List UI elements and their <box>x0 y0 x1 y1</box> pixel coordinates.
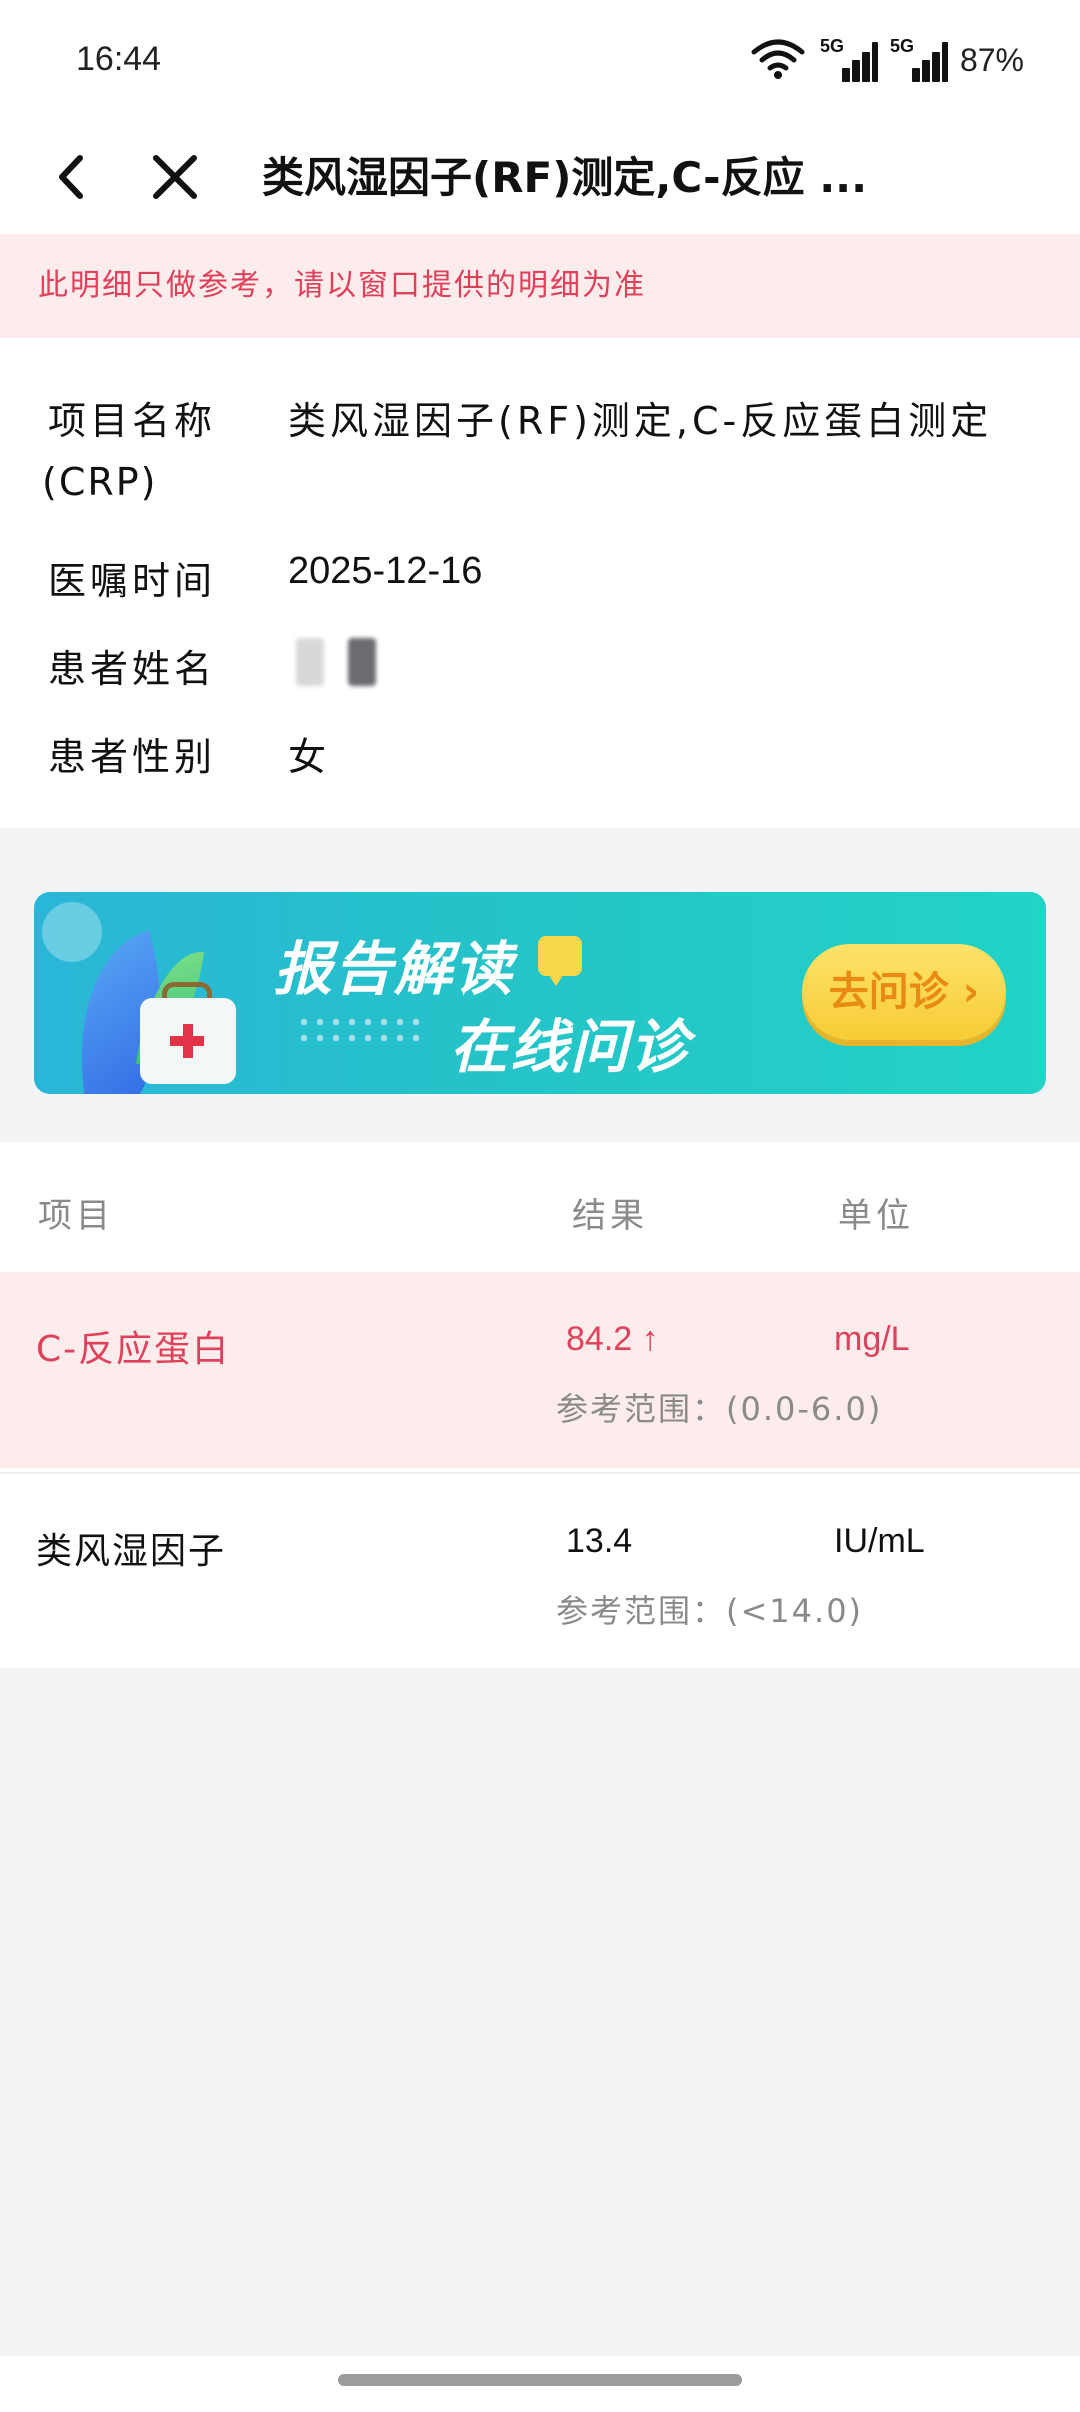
result-unit: IU/mL <box>834 1522 925 1560</box>
item-name-value: 类风湿因子(RF)测定,C-反应蛋白测定 <box>288 399 993 443</box>
status-time: 16:44 <box>76 40 162 78</box>
result-item-name: C-反应蛋白 <box>36 1329 231 1370</box>
home-indicator[interactable] <box>338 2374 742 2386</box>
decor-dots <box>296 1014 426 1048</box>
status-bar: 16:44 5G 5G 87% <box>0 0 1080 120</box>
cell-signal-1-icon: 5G <box>820 36 878 82</box>
results-header: 项目 结果 单位 <box>0 1142 1080 1272</box>
result-unit: mg/L <box>834 1320 910 1358</box>
consultation-banner[interactable]: 报告解读 在线问诊 去问诊 › <box>34 892 1046 1094</box>
close-button[interactable] <box>140 142 210 212</box>
gesture-area <box>0 2356 1080 2412</box>
battery-level: 87% <box>959 41 1024 78</box>
wifi-icon <box>750 36 806 84</box>
reference-notice: 此明细只做参考，请以窗口提供的明细为准 <box>0 234 1080 338</box>
decor-circle <box>42 902 102 962</box>
status-icons: 5G 5G 87% <box>750 36 1024 84</box>
result-reference-range: 参考范围：(<14.0) <box>556 1592 864 1630</box>
header-item: 项目 <box>38 1196 114 1236</box>
result-value: 13.4 <box>566 1522 633 1560</box>
banner-title-report: 报告解读 <box>274 935 515 1003</box>
medical-kit-icon <box>140 998 236 1084</box>
chevron-left-icon <box>59 155 83 199</box>
page-title: 类风湿因子(RF)测定,C-反应 ... <box>262 153 868 202</box>
close-icon <box>153 155 197 199</box>
patient-name-label: 患者姓名 <box>48 647 217 691</box>
result-item-name: 类风湿因子 <box>36 1531 227 1572</box>
back-button[interactable] <box>40 142 110 212</box>
go-consult-button[interactable]: 去问诊 › <box>802 944 1006 1040</box>
patient-name-redacted <box>296 638 376 686</box>
patient-gender-value: 女 <box>288 735 331 779</box>
result-value: 84.2 ↑ <box>566 1320 659 1358</box>
banner-title-consult: 在线问诊 <box>450 1013 691 1081</box>
cell-signal-2-icon: 5G <box>890 36 948 82</box>
table-row[interactable]: C-反应蛋白 84.2 ↑ mg/L 参考范围：(0.0-6.0) <box>0 1272 1080 1468</box>
item-name-value-wrap: (CRP) <box>42 460 158 504</box>
header-unit: 单位 <box>838 1196 914 1236</box>
order-time-label: 医嘱时间 <box>48 559 217 603</box>
nav-bar: 类风湿因子(RF)测定,C-反应 ... <box>0 120 1080 234</box>
table-row[interactable]: 类风湿因子 13.4 IU/mL 参考范围：(<14.0) <box>0 1472 1080 1668</box>
patient-gender-label: 患者性别 <box>48 735 217 779</box>
order-time-value: 2025-12-16 <box>288 550 483 592</box>
item-name-label: 项目名称 <box>48 399 217 443</box>
chat-bubble-icon <box>538 936 582 986</box>
result-reference-range: 参考范围：(0.0-6.0) <box>556 1390 883 1428</box>
order-info: 项目名称 类风湿因子(RF)测定,C-反应蛋白测定 (CRP) 医嘱时间 202… <box>0 338 1080 828</box>
results-table: 项目 结果 单位 C-反应蛋白 84.2 ↑ mg/L 参考范围：(0.0-6.… <box>0 1142 1080 1668</box>
header-result: 结果 <box>572 1196 648 1236</box>
